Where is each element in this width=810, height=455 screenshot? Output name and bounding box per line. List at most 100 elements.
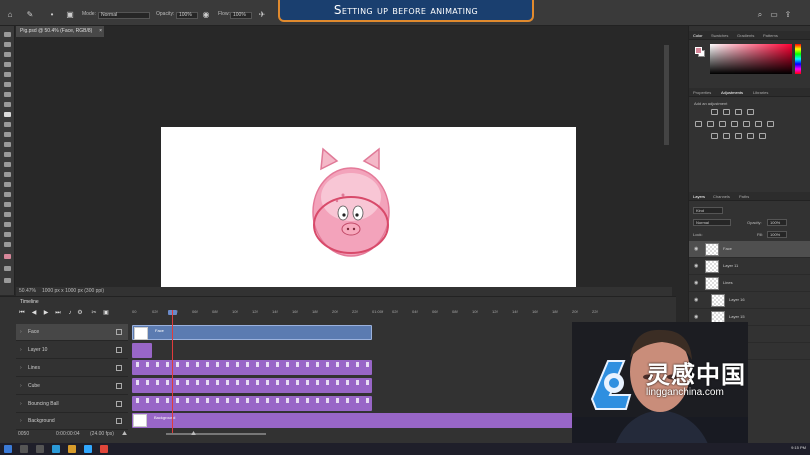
clip-layer10[interactable]	[132, 343, 152, 358]
expand-chevron-icon[interactable]: ›	[20, 383, 22, 389]
timeline-track-row[interactable]: › Background	[16, 413, 128, 430]
tab-channels[interactable]: Channels	[713, 194, 730, 199]
tab-libraries[interactable]: Libraries	[753, 90, 768, 95]
fill-input[interactable]: 100%	[767, 231, 787, 238]
adjustment-layer-icon[interactable]	[723, 133, 730, 139]
clip-bouncing-ball[interactable]	[132, 396, 372, 411]
mode-select[interactable]: Normal	[98, 12, 150, 19]
clip-cube[interactable]	[132, 378, 372, 393]
settings-icon[interactable]: ⚙	[76, 309, 84, 317]
adjustment-layer-icon[interactable]	[747, 133, 754, 139]
adjustment-layer-icon[interactable]	[755, 121, 762, 127]
search-icon[interactable]: ⌕	[756, 11, 764, 19]
canvas-vertical-scrollbar[interactable]	[664, 45, 669, 145]
prev-frame-icon[interactable]: ◀	[30, 309, 38, 317]
adjustment-layer-icon[interactable]	[723, 109, 730, 115]
timeline-track-row[interactable]: › Layer 10	[16, 342, 128, 359]
adjustment-layer-icon[interactable]	[743, 121, 750, 127]
adjustment-layer-icon[interactable]	[759, 133, 766, 139]
split-icon[interactable]: ✂	[90, 309, 98, 317]
tab-adjustments[interactable]: Adjustments	[721, 90, 743, 95]
screen-mode-icon[interactable]	[4, 278, 11, 283]
history-brush-tool-icon[interactable]	[4, 132, 11, 137]
marquee-tool-icon[interactable]	[4, 42, 11, 47]
filmstrip-icon[interactable]	[116, 365, 122, 371]
eyedropper-tool-icon[interactable]	[4, 92, 11, 97]
path-select-tool-icon[interactable]	[4, 202, 11, 207]
adjustment-layer-icon[interactable]	[695, 121, 702, 127]
visibility-eye-icon[interactable]: ◉	[694, 246, 698, 252]
tab-properties[interactable]: Properties	[693, 90, 711, 95]
opacity-input[interactable]: 100%	[176, 12, 198, 19]
adjustment-layer-icon[interactable]	[735, 109, 742, 115]
layer-blend-mode[interactable]: Normal	[693, 219, 731, 226]
tab-gradients[interactable]: Gradients	[737, 33, 754, 38]
layer-row[interactable]: ◉ Layer 11	[689, 258, 810, 275]
flow-input[interactable]: 100%	[230, 12, 252, 19]
layer-row[interactable]: ◉ Face	[689, 241, 810, 258]
share-icon[interactable]: ⇪	[784, 11, 792, 19]
move-tool-icon[interactable]	[4, 32, 11, 37]
tab-patterns[interactable]: Patterns	[763, 33, 778, 38]
expand-chevron-icon[interactable]: ›	[20, 401, 22, 407]
type-tool-icon[interactable]	[4, 192, 11, 197]
zoom-level[interactable]: 50.47%	[19, 287, 36, 296]
crop-tool-icon[interactable]	[4, 72, 11, 77]
home-icon[interactable]: ⌂	[6, 11, 14, 19]
start-icon[interactable]	[4, 445, 12, 453]
filmstrip-icon[interactable]	[116, 383, 122, 389]
brush-tool-button-icon[interactable]	[4, 112, 11, 117]
file-explorer-icon[interactable]	[68, 445, 76, 453]
layer-row[interactable]: ◉ Lines	[689, 275, 810, 292]
healing-tool-icon[interactable]	[4, 102, 11, 107]
quick-mask-icon[interactable]	[4, 266, 11, 271]
frame-tool-icon[interactable]	[4, 82, 11, 87]
airbrush-icon[interactable]: ✈	[258, 11, 266, 19]
adjustment-layer-icon[interactable]	[711, 133, 718, 139]
expand-chevron-icon[interactable]: ›	[20, 347, 22, 353]
hue-slider[interactable]	[795, 44, 801, 74]
search-taskbar-icon[interactable]	[20, 445, 28, 453]
blur-tool-icon[interactable]	[4, 162, 11, 167]
layer-row[interactable]: ◉ Layer 16	[689, 292, 810, 309]
hand-tool-icon[interactable]	[4, 222, 11, 227]
clip-lines[interactable]	[132, 360, 372, 375]
next-frame-icon[interactable]: ⏭	[54, 309, 62, 317]
brush-preset-icon[interactable]: •	[48, 11, 56, 19]
visibility-eye-icon[interactable]: ◉	[694, 297, 698, 303]
layer-kind-filter[interactable]: Kind	[693, 207, 723, 214]
timeline-track-row[interactable]: › Face	[16, 324, 128, 341]
clip-face[interactable]: Face	[132, 325, 372, 340]
edge-browser-icon[interactable]	[52, 445, 60, 453]
transition-icon[interactable]: ▣	[102, 309, 110, 317]
lasso-tool-icon[interactable]	[4, 52, 11, 57]
adjustment-layer-icon[interactable]	[735, 133, 742, 139]
brush-tool-icon[interactable]: ✎	[26, 11, 34, 19]
foreground-color-swatch[interactable]	[695, 47, 702, 54]
layer-opacity-input[interactable]: 100%	[767, 219, 787, 226]
tab-swatches[interactable]: Swatches	[711, 33, 728, 38]
audio-icon[interactable]: ♪	[66, 309, 74, 317]
close-tab-icon[interactable]: ×	[99, 26, 102, 37]
eraser-tool-icon[interactable]	[4, 142, 11, 147]
visibility-eye-icon[interactable]: ◉	[694, 314, 698, 320]
adjustment-layer-icon[interactable]	[731, 121, 738, 127]
photoshop-taskbar-icon[interactable]	[84, 445, 92, 453]
timeline-track-row[interactable]: › Bouncing Ball	[16, 396, 128, 413]
gradient-tool-icon[interactable]	[4, 152, 11, 157]
media-app-icon[interactable]	[100, 445, 108, 453]
adjustment-layer-icon[interactable]	[711, 109, 718, 115]
more-tools-icon[interactable]	[4, 242, 11, 247]
filmstrip-icon[interactable]	[116, 329, 122, 335]
zoom-tool-icon[interactable]	[4, 232, 11, 237]
pressure-opacity-icon[interactable]: ◉	[202, 11, 210, 19]
playhead-line[interactable]	[172, 310, 173, 433]
color-picker-field[interactable]	[710, 44, 792, 74]
tab-color[interactable]: Color	[693, 33, 703, 38]
first-frame-icon[interactable]: ⏮	[18, 309, 26, 317]
foreground-color-icon[interactable]	[4, 254, 11, 259]
expand-chevron-icon[interactable]: ›	[20, 329, 22, 335]
adjustment-layer-icon[interactable]	[719, 121, 726, 127]
adjustment-layer-icon[interactable]	[707, 121, 714, 127]
filmstrip-icon[interactable]	[116, 418, 122, 424]
